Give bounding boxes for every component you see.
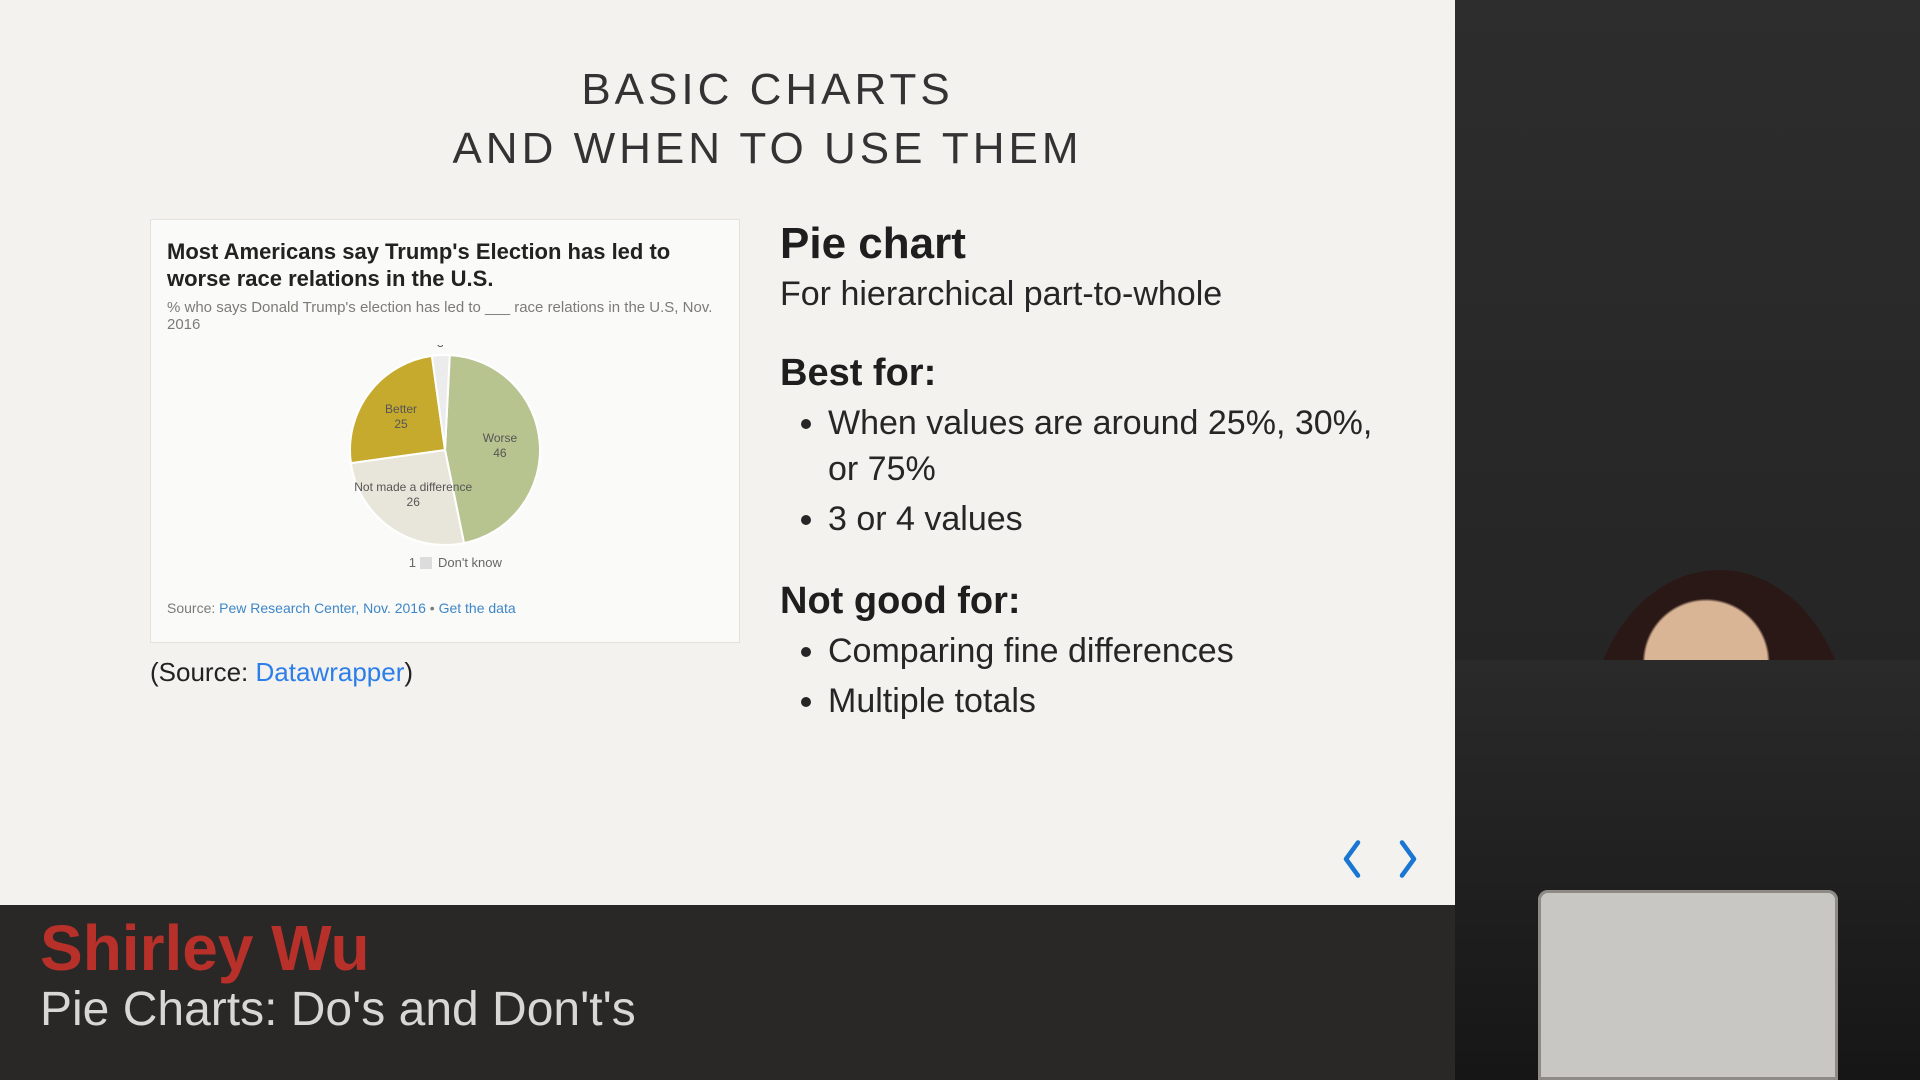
speaker-name: Shirley Wu bbox=[40, 915, 1415, 982]
laptop-icon bbox=[1538, 890, 1838, 1080]
prev-slide-button[interactable] bbox=[1333, 835, 1371, 883]
footnote-link-data[interactable]: Get the data bbox=[439, 600, 516, 616]
slide-title: BASIC CHARTS AND WHEN TO USE THEM bbox=[150, 60, 1385, 179]
ext-source-link[interactable]: Datawrapper bbox=[256, 657, 405, 687]
bad-heading: Not good for: bbox=[780, 580, 1385, 623]
pie-slice-value: 26 bbox=[407, 495, 421, 509]
slide-title-line1: BASIC CHARTS bbox=[581, 65, 953, 114]
external-source-line: (Source: Datawrapper) bbox=[150, 657, 740, 688]
pie-slice-label: Better bbox=[385, 402, 417, 416]
talk-title: Pie Charts: Do's and Don't's bbox=[40, 982, 1415, 1037]
slide-nav bbox=[1333, 835, 1427, 883]
pie-slice-value: 25 bbox=[394, 417, 408, 431]
lower-third-overlay: Shirley Wu Pie Charts: Do's and Don't's bbox=[0, 905, 1455, 1080]
footnote-link-source[interactable]: Pew Research Center, Nov. 2016 bbox=[219, 600, 426, 616]
section-heading: Pie chart bbox=[780, 219, 1385, 269]
example-footnote: Source: Pew Research Center, Nov. 2016 •… bbox=[167, 600, 723, 616]
copy-column: Pie chart For hierarchical part-to-whole… bbox=[780, 219, 1385, 763]
best-list: When values are around 25%, 30%, or 75%3… bbox=[780, 401, 1385, 543]
presentation-slide: BASIC CHARTS AND WHEN TO USE THEM Most A… bbox=[0, 0, 1455, 905]
example-column: Most Americans say Trump's Election has … bbox=[150, 219, 740, 763]
next-slide-button[interactable] bbox=[1389, 835, 1427, 883]
bad-list: Comparing fine differencesMultiple total… bbox=[780, 629, 1385, 725]
dontknow-label: Don't know bbox=[438, 555, 503, 570]
best-heading: Best for: bbox=[780, 352, 1385, 395]
example-chart-card: Most Americans say Trump's Election has … bbox=[150, 219, 740, 643]
example-headline: Most Americans say Trump's Election has … bbox=[167, 238, 723, 293]
list-item: When values are around 25%, 30%, or 75% bbox=[828, 401, 1385, 493]
desk bbox=[1455, 660, 1920, 1080]
ext-source-prefix: (Source: bbox=[150, 657, 256, 687]
video-frame: BASIC CHARTS AND WHEN TO USE THEM Most A… bbox=[0, 0, 1920, 1080]
pie-slice-value: 3 bbox=[437, 345, 444, 350]
list-item: Comparing fine differences bbox=[828, 629, 1385, 675]
presenter-camera bbox=[1455, 0, 1920, 1080]
list-item: Multiple totals bbox=[828, 679, 1385, 725]
footnote-label: Source: bbox=[167, 600, 219, 616]
pie-slice-label: Worse bbox=[483, 431, 518, 445]
ext-source-suffix: ) bbox=[404, 657, 413, 687]
list-item: 3 or 4 values bbox=[828, 497, 1385, 543]
pie-slice-label: Not made a difference bbox=[354, 480, 472, 494]
section-lead: For hierarchical part-to-whole bbox=[780, 275, 1385, 314]
dontknow-value: 1 bbox=[409, 555, 416, 570]
footnote-sep: • bbox=[430, 600, 439, 616]
slide-title-line2: AND WHEN TO USE THEM bbox=[452, 124, 1082, 173]
pie-slice-value: 46 bbox=[493, 446, 507, 460]
pie-chart: Worse46Not made a difference26Better253 … bbox=[167, 345, 723, 590]
example-subhead: % who says Donald Trump's election has l… bbox=[167, 299, 723, 333]
